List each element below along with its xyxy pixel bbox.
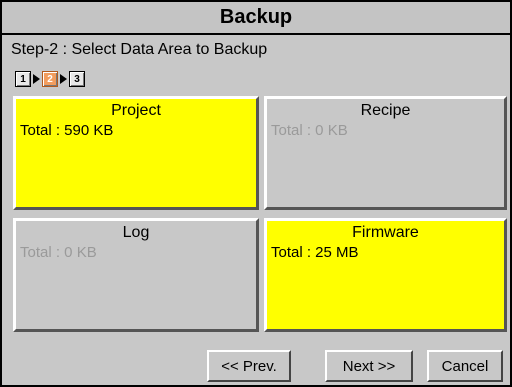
- area-total: Total : 25 MB: [271, 244, 359, 261]
- step-instruction: Step-2 : Select Data Area to Backup: [11, 41, 268, 58]
- area-name: Log: [122, 224, 150, 241]
- area-log-button[interactable]: Log Total : 0 KB: [13, 218, 259, 332]
- area-name: Project: [111, 102, 161, 119]
- step-indicator: 1 2 3: [15, 69, 85, 89]
- step-1-box: 1: [15, 71, 31, 87]
- area-recipe-button[interactable]: Recipe Total : 0 KB: [264, 96, 507, 210]
- area-name: Firmware: [352, 224, 419, 241]
- next-button[interactable]: Next >>: [325, 350, 413, 382]
- prev-button[interactable]: << Prev.: [207, 350, 291, 382]
- backup-window: Backup Step-2 : Select Data Area to Back…: [0, 0, 512, 387]
- area-name: Recipe: [360, 102, 411, 119]
- step-3-box: 3: [69, 71, 85, 87]
- title-bar: Backup: [2, 2, 510, 35]
- step-2-box: 2: [42, 71, 58, 87]
- area-firmware-button[interactable]: Firmware Total : 25 MB: [264, 218, 507, 332]
- step-arrow-icon: [60, 74, 67, 84]
- area-project-button[interactable]: Project Total : 590 KB: [13, 96, 259, 210]
- cancel-button[interactable]: Cancel: [427, 350, 503, 382]
- step-arrow-icon: [33, 74, 40, 84]
- area-total: Total : 590 KB: [20, 122, 114, 139]
- area-total: Total : 0 KB: [271, 122, 348, 139]
- window-title: Backup: [219, 6, 293, 28]
- area-total: Total : 0 KB: [20, 244, 97, 261]
